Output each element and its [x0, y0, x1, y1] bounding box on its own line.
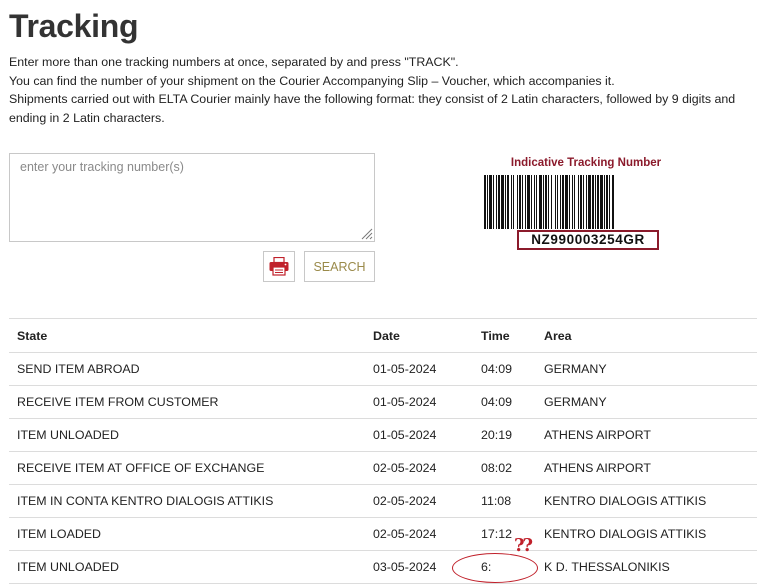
barcode-bar	[562, 175, 564, 229]
cell-area: KENTRO DIALOGIS ATTIKIS	[536, 484, 757, 518]
cell-area: ATHENS AIRPORT	[536, 451, 757, 485]
barcode-bar	[543, 175, 544, 229]
cell-area: KENTRO DIALOGIS ATTIKIS	[536, 517, 757, 551]
cell-state: ITEM UNLOADED	[9, 550, 365, 584]
barcode-bar	[493, 175, 494, 229]
barcode-bar	[487, 175, 488, 229]
barcode-bar	[498, 175, 500, 229]
barcode-bar	[536, 175, 537, 229]
intro-line: You can find the number of your shipment…	[9, 73, 615, 88]
barcode-bar	[604, 175, 605, 229]
print-button[interactable]	[263, 251, 295, 282]
cell-time: 08:02	[473, 451, 536, 485]
cell-state: SEND ITEM ABROAD	[9, 352, 365, 386]
barcode-bar	[565, 175, 568, 229]
column-header-date: Date	[365, 318, 473, 353]
tracking-number-input[interactable]	[9, 153, 375, 242]
barcode-bar	[560, 175, 561, 229]
cell-area: GERMANY	[536, 352, 757, 386]
intro-line: Enter more than one tracking numbers at …	[9, 55, 459, 69]
column-header-state: State	[9, 318, 365, 353]
column-header-time: Time	[473, 318, 536, 353]
handwritten-circle-annotation	[452, 553, 538, 583]
barcode-bar	[592, 175, 594, 229]
cell-time: 20:19	[473, 418, 536, 452]
table-row: ITEM IN CONTA KENTRO DIALOGIS ATTIKIS 02…	[9, 484, 757, 518]
table-row: RECEIVE ITEM AT OFFICE OF EXCHANGE 02-05…	[9, 451, 757, 485]
barcode-bar	[609, 175, 610, 229]
cell-date: 02-05-2024	[365, 451, 473, 485]
barcode-image	[484, 175, 614, 229]
barcode-bar	[548, 175, 549, 229]
barcode-bar	[580, 175, 582, 229]
page-title: Tracking	[9, 8, 139, 44]
barcode-bar	[531, 175, 532, 229]
tracking-results-table: State Date Time Area SEND ITEM ABROAD 01…	[9, 318, 757, 584]
cell-date: 01-05-2024	[365, 385, 473, 419]
barcode-bar	[511, 175, 512, 229]
cell-area: GERMANY	[536, 385, 757, 419]
table-header-row: State Date Time Area	[9, 318, 757, 353]
barcode-bar	[606, 175, 608, 229]
barcode-bar	[583, 175, 584, 229]
barcode-bar	[522, 175, 523, 229]
barcode-example: Indicative Tracking Number NZ990003254GR	[480, 155, 692, 255]
barcode-bar	[578, 175, 579, 229]
table-row: ITEM UNLOADED 01-05-2024 20:19 ATHENS AI…	[9, 418, 757, 452]
handwritten-question-marks: ??	[514, 535, 533, 556]
table-row: ITEM UNLOADED 03-05-2024 6: K D. THESSAL…	[9, 550, 757, 584]
barcode-bar	[489, 175, 492, 229]
resize-grip-icon[interactable]	[360, 227, 373, 240]
barcode-bar	[507, 175, 509, 229]
barcode-bar	[539, 175, 542, 229]
cell-state: ITEM LOADED	[9, 517, 365, 551]
cell-date: 01-05-2024	[365, 352, 473, 386]
barcode-bar	[545, 175, 547, 229]
barcode-bar	[586, 175, 587, 229]
cell-time: 04:09	[473, 385, 536, 419]
cell-time: 11:08	[473, 484, 536, 518]
barcode-bar	[600, 175, 603, 229]
barcode-bar	[551, 175, 552, 229]
barcode-bar	[501, 175, 504, 229]
cell-state: ITEM IN CONTA KENTRO DIALOGIS ATTIKIS	[9, 484, 365, 518]
barcode-bar	[527, 175, 530, 229]
cell-date: 01-05-2024	[365, 418, 473, 452]
barcode-bar	[555, 175, 556, 229]
search-button[interactable]: SEARCH	[304, 251, 375, 282]
cell-area: ATHENS AIRPORT	[536, 418, 757, 452]
barcode-bar	[612, 175, 614, 229]
printer-icon	[269, 257, 289, 276]
cell-time: 04:09	[473, 352, 536, 386]
intro-text: Enter more than one tracking numbers at …	[9, 53, 754, 127]
table-row: RECEIVE ITEM FROM CUSTOMER 01-05-2024 04…	[9, 385, 757, 419]
barcode-bar	[496, 175, 497, 229]
barcode-bar	[572, 175, 573, 229]
barcode-bar	[534, 175, 535, 229]
barcode-bar	[574, 175, 575, 229]
table-row: SEND ITEM ABROAD 01-05-2024 04:09 GERMAN…	[9, 352, 757, 386]
barcode-bar	[519, 175, 521, 229]
barcode-bar	[595, 175, 596, 229]
barcode-bar	[569, 175, 570, 229]
cell-state: ITEM UNLOADED	[9, 418, 365, 452]
cell-date: 02-05-2024	[365, 484, 473, 518]
barcode-bar	[588, 175, 591, 229]
barcode-bar	[597, 175, 599, 229]
intro-line: Shipments carried out with ELTA Courier …	[9, 92, 736, 125]
barcode-bar	[517, 175, 518, 229]
barcode-bar	[525, 175, 526, 229]
column-header-area: Area	[536, 318, 757, 353]
table-row: ITEM LOADED 02-05-2024 17:12 KENTRO DIAL…	[9, 517, 757, 551]
barcode-caption: Indicative Tracking Number	[510, 157, 662, 169]
cell-area: K D. THESSALONIKIS	[536, 550, 757, 584]
barcode-bar	[484, 175, 486, 229]
barcode-number: NZ990003254GR	[517, 230, 659, 250]
barcode-bar	[505, 175, 506, 229]
cell-state: RECEIVE ITEM AT OFFICE OF EXCHANGE	[9, 451, 365, 485]
cell-date: 02-05-2024	[365, 517, 473, 551]
barcode-bar	[513, 175, 514, 229]
barcode-bar	[557, 175, 558, 229]
cell-state: RECEIVE ITEM FROM CUSTOMER	[9, 385, 365, 419]
